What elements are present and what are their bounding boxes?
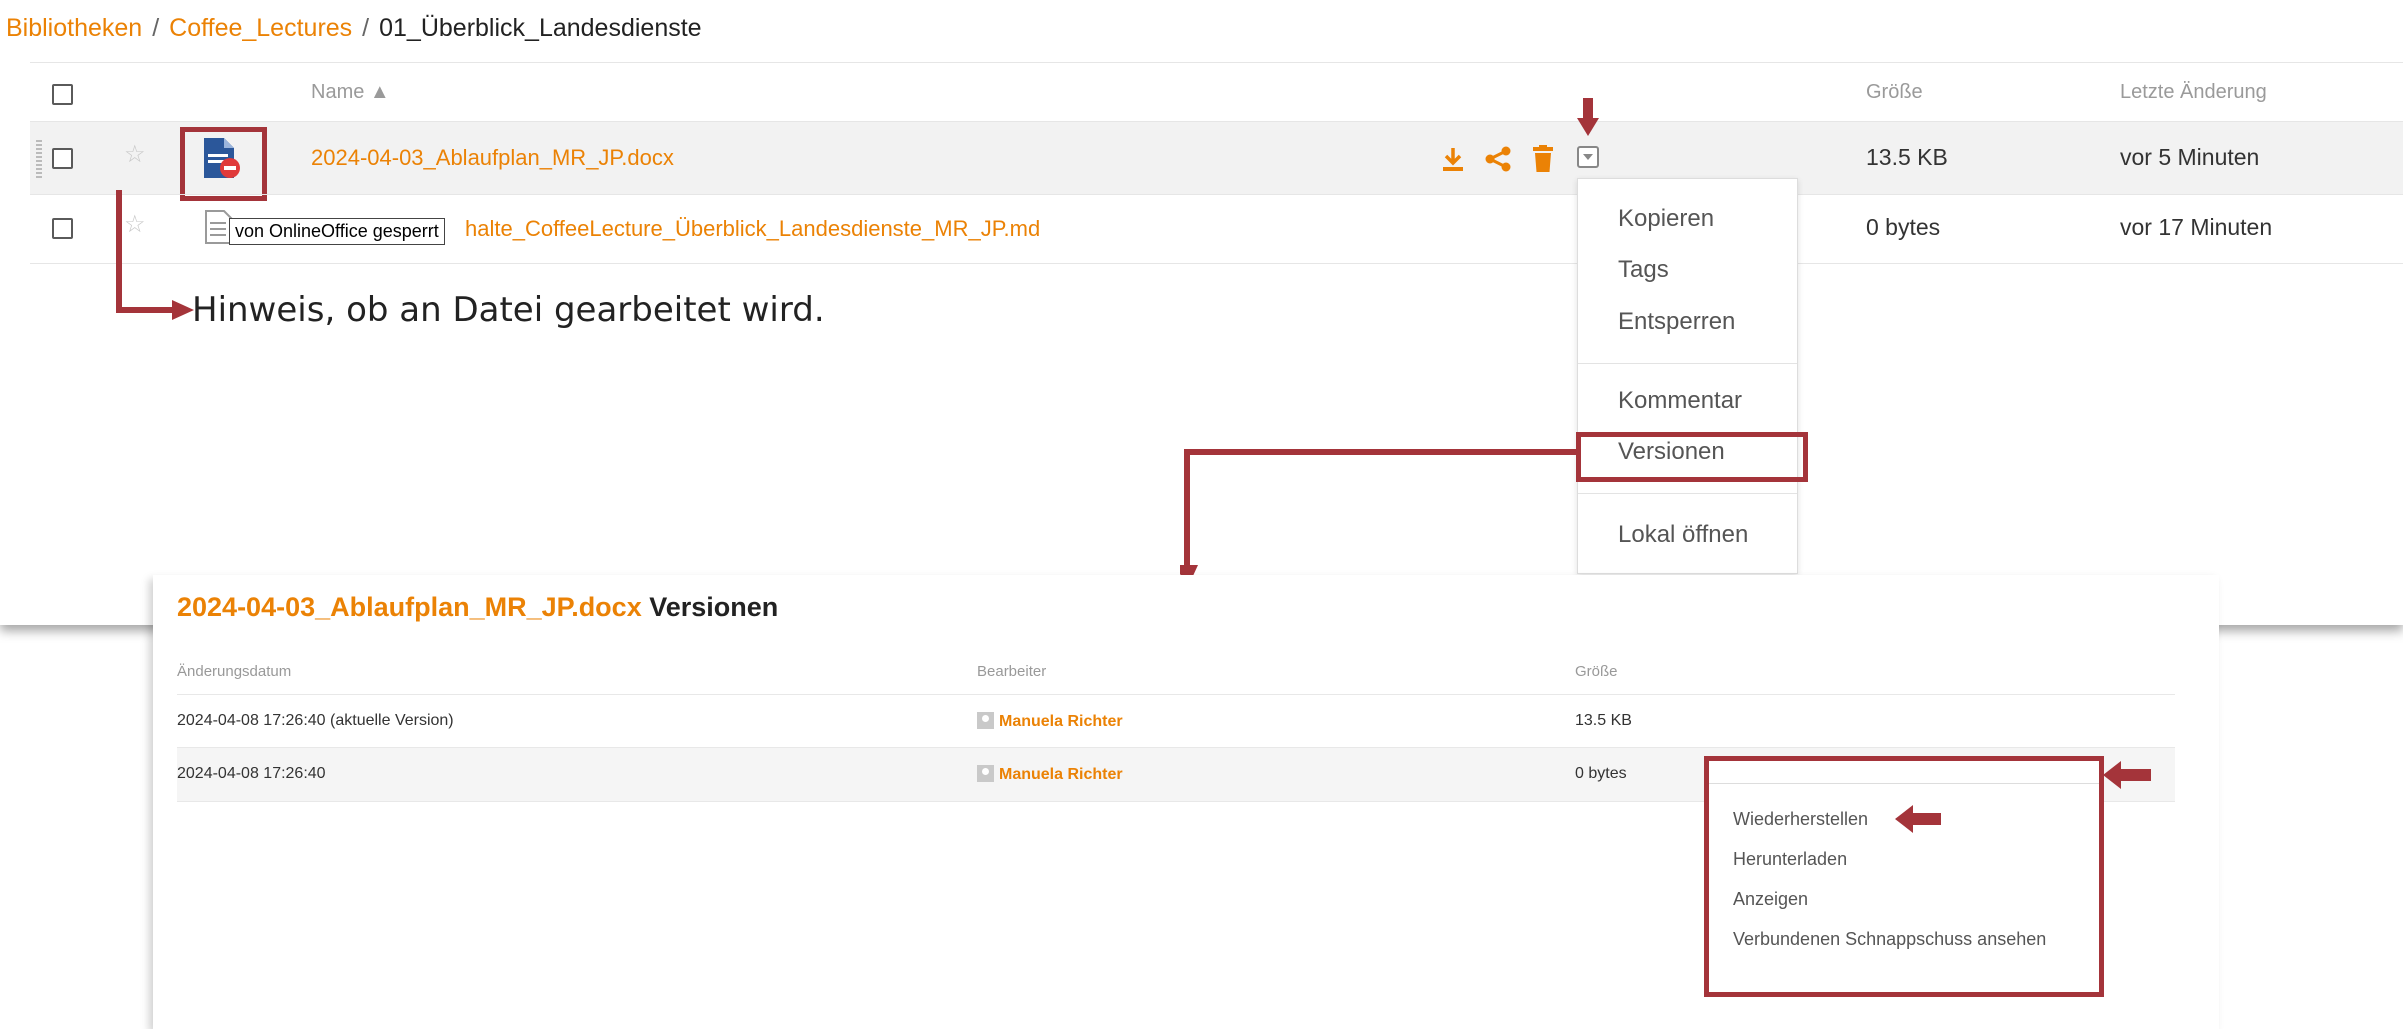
annotation-arrow-left-icon [2103,761,2153,794]
share-icon[interactable] [1484,146,1512,177]
breadcrumb-current-folder: 01_Überblick_Landesdienste [379,14,702,42]
file-size: 13.5 KB [1866,144,1948,170]
column-header-modified[interactable]: Letzte Änderung [2120,81,2267,104]
file-modified: vor 5 Minuten [2120,144,2260,170]
divider [177,694,2175,695]
annotation-arrow-left-icon [1895,805,1943,838]
download-icon[interactable] [1441,146,1465,177]
version-editor[interactable]: Manuela Richter [977,712,1123,731]
lock-tooltip: von OnlineOffice gesperrt [229,218,445,245]
file-link[interactable]: 2024-04-03_Ablaufplan_MR_JP.docx [311,145,674,171]
annotation-arrow-down-icon [1577,98,1599,143]
menu-divider [1578,363,1797,364]
column-header-name[interactable]: Name ▲ [311,81,390,104]
version-editor-name[interactable]: Manuela Richter [999,766,1123,783]
file-context-menu: Kopieren Tags Entsperren Kommentar Versi… [1577,178,1798,574]
menu-item-tags[interactable]: Tags [1618,256,1669,284]
column-header-date: Änderungsdatum [177,663,292,680]
version-editor-name[interactable]: Manuela Richter [999,713,1123,730]
file-modified: vor 17 Minuten [2120,214,2273,240]
column-header-editor: Bearbeiter [977,663,1047,680]
more-dropdown-icon[interactable] [1577,146,1599,168]
breadcrumb-library[interactable]: Coffee_Lectures [169,14,352,42]
version-editor[interactable]: Manuela Richter [977,765,1123,784]
menu-item-open-locally[interactable]: Lokal öffnen [1618,521,1748,549]
version-date: 2024-04-08 17:26:40 [177,765,326,782]
divider [30,62,2403,63]
select-all-checkbox[interactable] [52,84,73,105]
version-size: 13.5 KB [1575,712,1632,729]
file-link[interactable]: halte_CoffeeLecture_Überblick_Landesdien… [465,216,1040,242]
breadcrumb-separator: / [362,14,370,42]
menu-divider [1578,493,1797,494]
column-header-size[interactable]: Größe [1866,81,1923,104]
menu-item-view-snapshot[interactable]: Verbundenen Schnappschuss ansehen [1733,929,2046,950]
menu-item-view[interactable]: Anzeigen [1733,889,1808,910]
menu-item-unlock[interactable]: Entsperren [1618,308,1735,336]
breadcrumb: Bibliotheken / Coffee_Lectures / 01_Überblic… [6,14,702,43]
hint-text: Hinweis, ob an Datei gearbeitet wird. [192,290,825,330]
menu-item-comment[interactable]: Kommentar [1618,387,1742,415]
divider [30,263,2403,264]
version-date: 2024-04-08 17:26:40 (aktuelle Version) [177,712,454,729]
annotation-versions-box [1576,432,1808,482]
version-actions-menu: Wiederherstellen Herunterladen Anzeigen … [1704,756,2104,997]
delete-icon[interactable] [1532,145,1554,177]
column-header-size: Größe [1575,663,1618,680]
star-icon[interactable]: ☆ [124,140,146,169]
menu-item-restore[interactable]: Wiederherstellen [1733,809,1868,830]
versions-window: 2024-04-03_Ablaufplan_MR_JP.docx Version… [153,575,2219,1029]
row-checkbox[interactable] [52,218,73,239]
file-size: 0 bytes [1866,214,1941,240]
breadcrumb-root[interactable]: Bibliotheken [6,14,142,42]
user-icon [977,712,994,729]
user-icon [977,765,994,782]
versions-title: 2024-04-03_Ablaufplan_MR_JP.docx Version… [177,592,778,623]
versions-title-label: Versionen [649,592,779,622]
menu-item-copy[interactable]: Kopieren [1618,205,1714,233]
divider [30,194,2403,195]
versions-title-file: 2024-04-03_Ablaufplan_MR_JP.docx [177,592,642,622]
menu-divider [1709,783,2099,784]
drag-handle-icon[interactable] [36,140,42,180]
version-size: 0 bytes [1575,765,1627,782]
menu-item-download[interactable]: Herunterladen [1733,849,1847,870]
row-checkbox[interactable] [52,148,73,169]
annotation-hint-arrow-icon [114,190,204,335]
breadcrumb-separator: / [152,14,160,42]
